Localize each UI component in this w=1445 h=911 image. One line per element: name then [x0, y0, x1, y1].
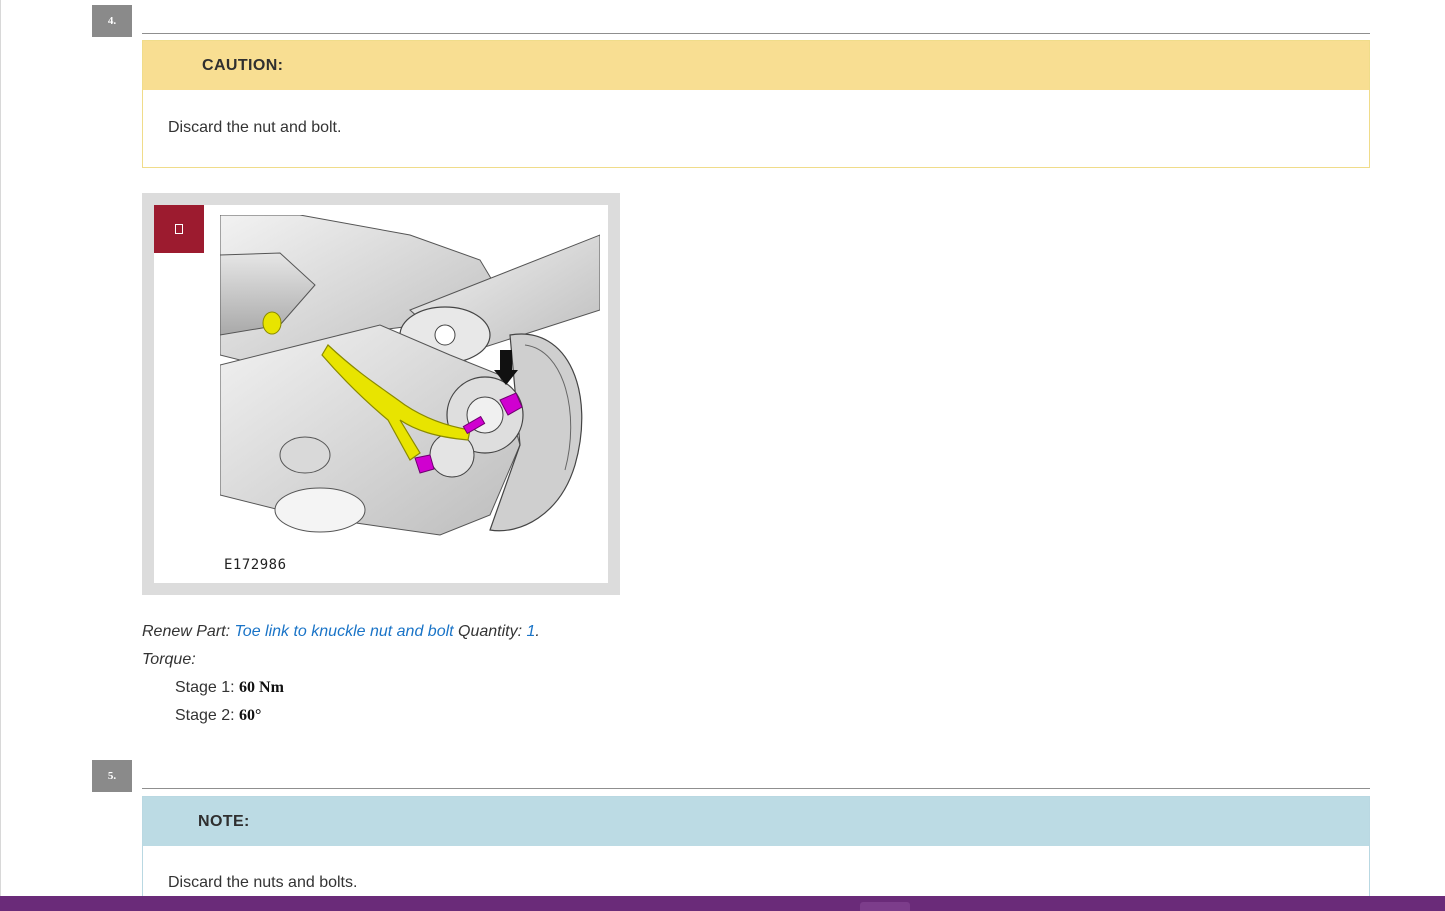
figure-image[interactable]: E172986	[154, 205, 608, 583]
stage-1-value: 60 Nm	[239, 679, 284, 696]
renew-part-line: Renew Part: Toe link to knuckle nut and …	[142, 623, 540, 641]
stage-2-label: Stage 2:	[175, 707, 240, 724]
torque-stage-2: Stage 2: 60°	[175, 707, 261, 725]
renew-part-label: Renew Part:	[142, 623, 235, 640]
caution-text: Discard the nut and bolt.	[168, 119, 342, 136]
step-number-5: 5.	[92, 760, 132, 792]
caution-box: CAUTION: Discard the nut and bolt.	[142, 40, 1370, 168]
zoom-icon	[175, 224, 183, 234]
toe-link-illustration	[220, 215, 600, 536]
stage-1-label: Stage 1:	[175, 679, 240, 696]
quantity-label: Quantity:	[453, 623, 527, 640]
renew-suffix: .	[535, 623, 540, 640]
note-box: NOTE: Discard the nuts and bolts.	[142, 796, 1370, 906]
step-4-divider	[142, 33, 1370, 34]
bottom-bar-handle[interactable]	[860, 902, 910, 911]
page-left-border	[0, 0, 1, 896]
caution-heading: CAUTION:	[143, 41, 1369, 90]
note-text: Discard the nuts and bolts.	[168, 874, 358, 891]
step-number-4: 4.	[92, 5, 132, 37]
stage-2-value: 60°	[239, 707, 262, 724]
zoom-button[interactable]	[154, 205, 204, 253]
torque-label: Torque:	[142, 651, 196, 668]
bottom-bar	[0, 896, 1445, 911]
torque-stage-1: Stage 1: 60 Nm	[175, 679, 284, 697]
figure-code: E172986	[224, 557, 287, 573]
note-heading: NOTE:	[143, 797, 1369, 846]
figure-frame: E172986	[142, 193, 620, 595]
part-link[interactable]: Toe link to knuckle nut and bolt	[234, 623, 453, 640]
step-5-divider	[142, 788, 1370, 789]
